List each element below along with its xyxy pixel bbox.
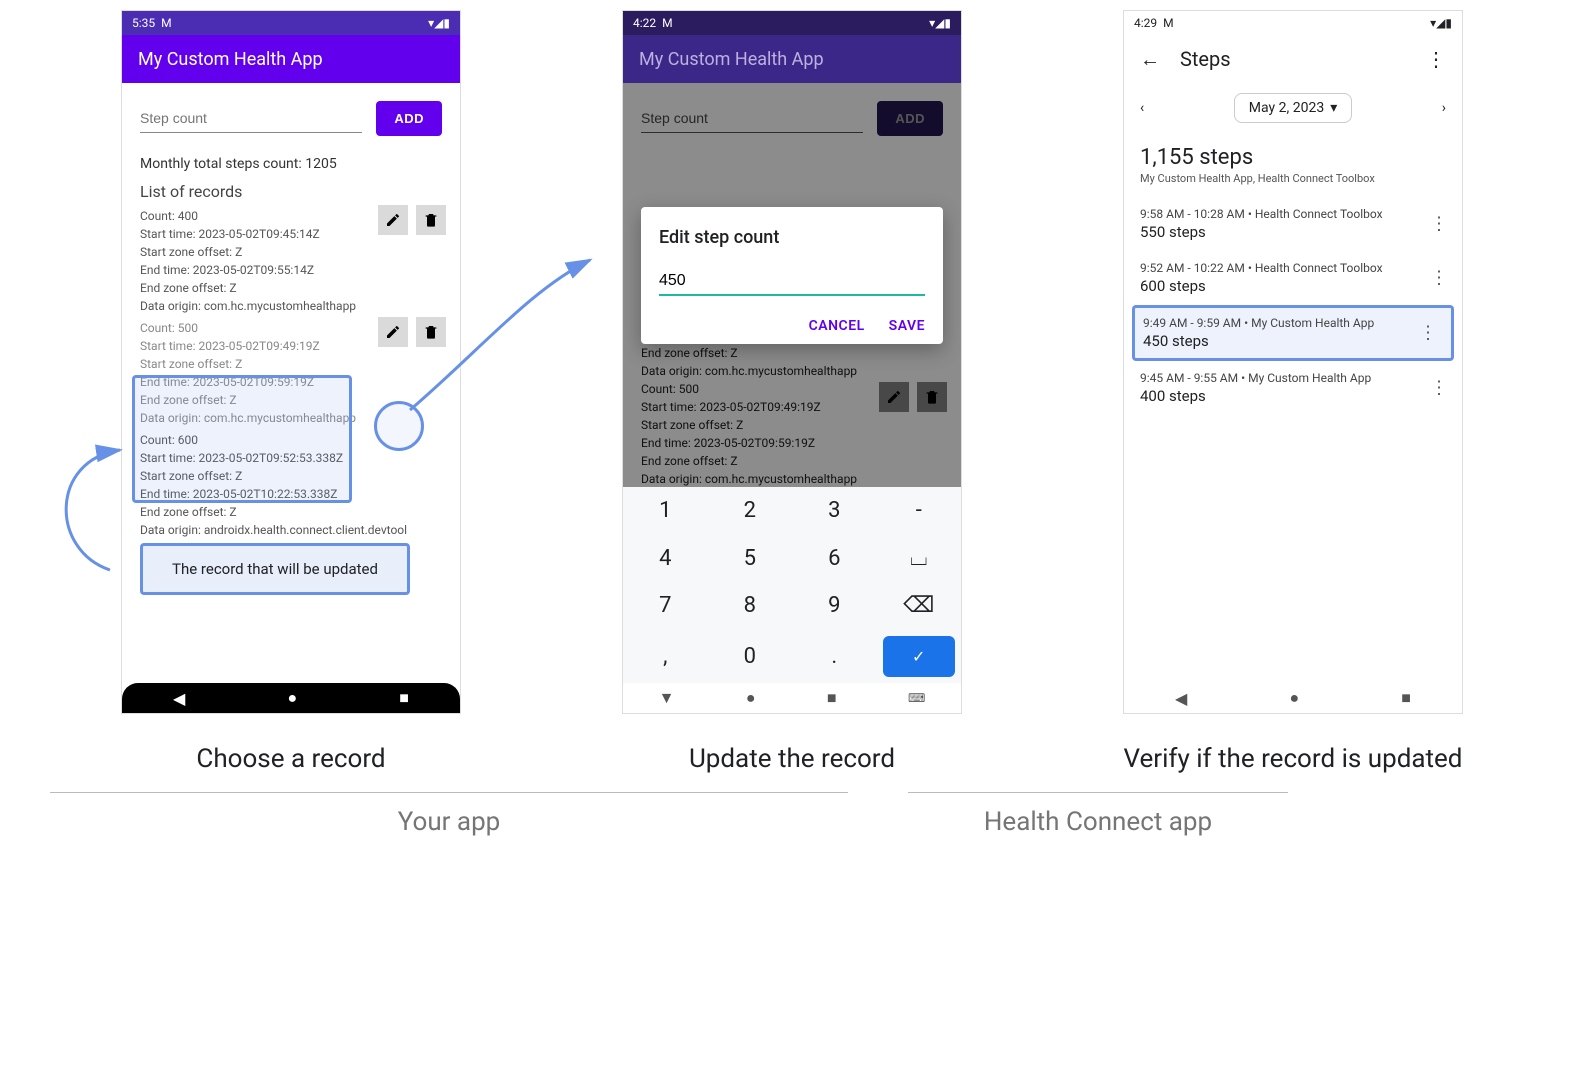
annotation-label: The record that will be updated	[140, 543, 410, 595]
key-backspace[interactable]: ⌫	[877, 582, 962, 630]
back-icon[interactable]: ←	[1140, 47, 1160, 72]
app-bar: My Custom Health App	[623, 35, 961, 83]
save-button[interactable]: SAVE	[889, 318, 925, 334]
key-dash[interactable]: -	[877, 487, 962, 535]
numeric-keypad: 1 2 3 - 4 5 6 ⌴ 7 8 9 ⌫ , 0 . ✓	[623, 487, 961, 683]
app-title: My Custom Health App	[138, 49, 323, 70]
key-6[interactable]: 6	[792, 535, 877, 583]
key-done[interactable]: ✓	[883, 636, 956, 678]
nav-home-icon[interactable]: ●	[746, 688, 756, 708]
caption: Update the record	[689, 744, 895, 774]
date-chip[interactable]: May 2, 2023 ▾	[1234, 93, 1352, 123]
key-5[interactable]: 5	[708, 535, 793, 583]
status-time: 4:29	[1134, 16, 1157, 30]
key-0[interactable]: 0	[708, 630, 793, 684]
section-label-your-app: Your app	[50, 792, 848, 837]
nav-recent-icon[interactable]: ■	[1401, 688, 1411, 708]
key-1[interactable]: 1	[623, 487, 708, 535]
steps-entry[interactable]: 9:58 AM - 10:28 AM • Health Connect Tool…	[1124, 197, 1462, 251]
total-subtitle: My Custom Health App, Health Connect Too…	[1124, 172, 1462, 197]
status-icons: ▾◢▮	[929, 16, 951, 30]
cancel-button[interactable]: CANCEL	[809, 318, 865, 334]
nav-bar: ▼ ● ■ ⌨	[623, 683, 961, 713]
key-8[interactable]: 8	[708, 582, 793, 630]
delete-button[interactable]	[416, 205, 446, 235]
status-bar: 5:35 M ▾◢▮	[122, 11, 460, 35]
dialog-input[interactable]	[659, 268, 925, 296]
record-item: Count: 600 Start time: 2023-05-02T09:52:…	[122, 429, 460, 541]
phone-verify-record: 4:29 M ▾◢▮ ← Steps ⋮ ‹ May 2, 2023 ▾ › 1…	[1123, 10, 1463, 714]
monthly-total: Monthly total steps count: 1205	[122, 142, 460, 176]
caption: Verify if the record is updated	[1124, 744, 1463, 774]
prev-day-icon[interactable]: ‹	[1140, 100, 1144, 116]
edit-dialog: Edit step count CANCEL SAVE	[641, 207, 943, 344]
status-time: 5:35	[132, 16, 155, 30]
nav-keyboard-icon[interactable]: ⌨	[908, 691, 925, 705]
key-9[interactable]: 9	[792, 582, 877, 630]
status-bar: 4:29 M ▾◢▮	[1124, 11, 1462, 35]
steps-entry-highlighted[interactable]: 9:49 AM - 9:59 AM • My Custom Health App…	[1132, 305, 1454, 361]
key-7[interactable]: 7	[623, 582, 708, 630]
entry-more-icon[interactable]: ⋮	[1430, 378, 1448, 399]
edit-button[interactable]	[378, 317, 408, 347]
key-2[interactable]: 2	[708, 487, 793, 535]
nav-bar: ◀ ● ■	[1124, 683, 1462, 713]
status-bar: 4:22 M ▾◢▮	[623, 11, 961, 35]
step-count-input[interactable]	[140, 104, 362, 133]
list-heading: List of records	[122, 176, 460, 205]
page-title: Steps	[1180, 47, 1231, 71]
dropdown-icon: ▾	[1330, 100, 1337, 116]
entry-more-icon[interactable]: ⋮	[1419, 323, 1437, 344]
steps-entry[interactable]: 9:52 AM - 10:22 AM • Health Connect Tool…	[1124, 251, 1462, 305]
app-bar: My Custom Health App	[122, 35, 460, 83]
steps-entry[interactable]: 9:45 AM - 9:55 AM • My Custom Health App…	[1124, 361, 1462, 415]
key-3[interactable]: 3	[792, 487, 877, 535]
status-time: 4:22	[633, 16, 656, 30]
entry-more-icon[interactable]: ⋮	[1430, 214, 1448, 235]
delete-button[interactable]	[416, 317, 446, 347]
caption: Choose a record	[196, 744, 385, 774]
nav-back-icon[interactable]: ◀	[173, 689, 185, 708]
entry-more-icon[interactable]: ⋮	[1430, 268, 1448, 289]
key-space[interactable]: ⌴	[877, 535, 962, 583]
section-label-health-connect: Health Connect app	[908, 792, 1288, 837]
key-comma[interactable]: ,	[623, 630, 708, 684]
nav-back-icon[interactable]: ▼	[659, 688, 675, 708]
phone-choose-record: 5:35 M ▾◢▮ My Custom Health App ADD Mont…	[121, 10, 461, 714]
status-icons: ▾◢▮	[1430, 16, 1452, 30]
key-4[interactable]: 4	[623, 535, 708, 583]
dialog-title: Edit step count	[659, 227, 925, 248]
nav-bar: ◀ ● ■	[122, 683, 460, 713]
record-item: Count: 400 Start time: 2023-05-02T09:45:…	[122, 205, 460, 317]
nav-home-icon[interactable]: ●	[1289, 688, 1299, 708]
more-icon[interactable]: ⋮	[1426, 47, 1446, 71]
total-steps: 1,155 steps	[1124, 133, 1462, 172]
nav-recent-icon[interactable]: ■	[827, 688, 837, 708]
nav-home-icon[interactable]: ●	[287, 688, 297, 708]
next-day-icon[interactable]: ›	[1442, 100, 1446, 116]
phone-update-record: 4:22 M ▾◢▮ My Custom Health App ADD End …	[622, 10, 962, 714]
record-item: Count: 500 Start time: 2023-05-02T09:49:…	[122, 317, 460, 429]
add-button[interactable]: ADD	[376, 101, 442, 136]
edit-button[interactable]	[378, 205, 408, 235]
key-period[interactable]: .	[792, 630, 877, 684]
status-icons: ▾◢▮	[428, 16, 450, 30]
app-title: My Custom Health App	[639, 49, 824, 70]
nav-back-icon[interactable]: ◀	[1175, 689, 1187, 708]
nav-recent-icon[interactable]: ■	[399, 688, 409, 708]
app-bar: ← Steps ⋮	[1124, 35, 1462, 83]
